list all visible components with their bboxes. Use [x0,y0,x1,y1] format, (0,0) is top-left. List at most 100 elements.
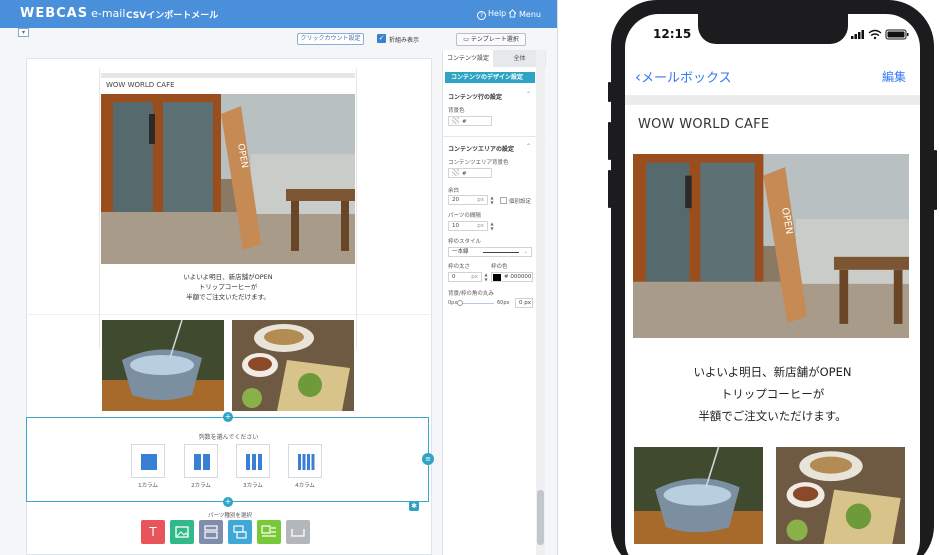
chevron-up-icon[interactable]: ⌃ [526,91,531,98]
button-part-button[interactable] [228,520,252,544]
column-option-label: 2カラム [191,483,211,489]
border-width-label: 枠の太さ [448,264,471,270]
back-to-mailbox-button[interactable]: ‹メールボックス [635,67,732,86]
bg-color-label: 背景色 [448,108,465,114]
spacer-part-button[interactable] [286,520,310,544]
black-swatch-icon [493,274,501,281]
click-count-button[interactable]: クリックカウント設定 [297,33,364,45]
header-band [101,73,355,78]
column-option-2[interactable] [184,444,218,478]
phone-screen: 12:15 ‹メールボックス 編集 WOW WORLD CAFE OPEN いよ… [625,14,920,555]
wrap-display-checkbox[interactable]: ✓ [377,34,386,43]
chevron-down-icon: ⌄ [523,249,528,255]
border-color-label: 枠の色 [491,264,508,270]
status-time: 12:15 [653,27,692,41]
text-part-button[interactable]: T [141,520,165,544]
column-picker: + 列数を選んでください 1カラム 2カラム 3カラム 4カラム ≡ + [26,412,434,507]
editor-header: WEBCAS e-mail CSVインポートメール ? Help Menu [0,0,557,28]
add-row-below-button[interactable]: + [223,497,233,507]
column-option-4[interactable] [288,444,322,478]
margin-stepper[interactable]: ▲ ▼ [489,195,495,205]
column-option-label: 3カラム [243,483,263,489]
settings-panel: コンテンツ設定 全体 コンテンツのデザイン設定 コンテンツ行の設定 ⌃ 背景色 … [442,50,546,555]
editor-toolbar: クリックカウント設定 ✓ 折組み表示 ▭ テンプレート選択 [0,28,557,50]
image-text-icon [261,525,276,537]
image-text-part-button[interactable] [257,520,281,544]
announcement-line-3: 半額でご注文いただけます。 [186,293,270,301]
email-canvas: WOW WORLD CAFE OPEN いよいよ明日、新店舗がOPEN トリップ… [26,58,434,555]
margin-label: 余白 [448,188,460,194]
battery-icon [885,29,909,40]
gap-stepper[interactable]: ▲ ▼ [489,221,495,231]
add-row-above-button[interactable]: + [223,412,233,422]
border-style-label: 枠のスタイル [448,239,482,245]
border-width-input[interactable]: 0 px [448,272,482,282]
preview-hero-image[interactable]: OPEN [633,154,909,338]
two-column-icon [194,454,210,470]
preview-line-2: トリップコーヒーが [720,387,825,401]
status-icons [851,29,909,40]
radius-slider[interactable] [458,303,494,304]
row-menu-handle[interactable]: ≡ [422,453,434,465]
margin-input[interactable]: 20 px [448,195,488,205]
menu-link[interactable]: Menu [508,9,541,19]
content-design-header: コンテンツのデザイン設定 [445,72,535,83]
transparent-swatch-icon [452,169,459,176]
chevron-up-icon[interactable]: ⌃ [526,143,531,150]
wifi-icon [868,29,882,37]
radius-slider-thumb[interactable] [457,300,463,306]
gear-icon[interactable]: ✱ [409,501,419,511]
column-option-3[interactable] [236,444,270,478]
panel-scrollbar[interactable] [536,50,545,555]
area-bg-input[interactable]: # [448,168,492,178]
layout-icon [204,525,218,539]
image-part-button[interactable] [170,520,194,544]
panel-divider [443,136,546,137]
individual-setting-label: 個別設定 [509,199,532,205]
preview-food-photo[interactable] [776,447,905,544]
coffee-drip-photo[interactable] [102,320,224,411]
webcas-logo: WEBCAS e-mail [20,6,126,21]
button-icon [233,525,247,539]
individual-setting-checkbox[interactable] [500,197,507,204]
phone-power-button [934,150,937,210]
radius-max: 60px [497,300,510,306]
preview-line-3: 半額でご注文いただけます。 [698,409,847,423]
edit-button[interactable]: 編集 [882,68,906,85]
tab-content-settings[interactable]: コンテンツ設定 [443,50,493,67]
help-link[interactable]: ? Help [477,9,506,20]
phone-notch [698,14,848,44]
cafe-food-photo[interactable] [232,320,354,411]
area-bg-label: コンテンツエリア背景色 [448,160,509,166]
announcement-text[interactable]: いよいよ明日、新店舗がOPEN トリップコーヒーが 半額でご注文いただけます。 [101,272,355,302]
bg-color-input[interactable]: # [448,116,492,126]
spacer-icon [291,529,305,537]
row-settings-heading: コンテンツ行の設定 [448,94,503,101]
image-icon [175,526,189,538]
announcement-line-1: いよいよ明日、新店舗がOPEN [183,273,273,281]
app-title: CSVインポートメール [126,11,219,21]
gap-label: パーツの間隔 [448,213,481,219]
area-settings-heading: コンテンツエリアの設定 [448,146,515,153]
preview-coffee-photo[interactable] [634,447,763,544]
help-icon: ? [477,11,486,20]
column-option-label: 1カラム [138,483,158,489]
four-column-icon [298,454,315,470]
email-editor-window: WEBCAS e-mail CSVインポートメール ? Help Menu ▾ クリ… [0,0,558,555]
home-icon [508,9,517,18]
column-picker-title: 列数を選んでください [198,434,259,441]
column-option-1[interactable] [131,444,165,478]
radius-input[interactable]: 0 px [515,298,533,308]
gap-input[interactable]: 10 px [448,221,488,231]
hero-image[interactable]: OPEN [101,94,355,264]
wrap-display-label: 折組み表示 [389,37,420,44]
border-style-select[interactable]: 一本線 ⌄ [448,247,532,257]
preview-header-band [625,95,920,105]
layout-part-button[interactable] [199,520,223,544]
one-column-icon [141,454,157,470]
border-width-stepper[interactable]: ▲ ▼ [483,272,489,282]
cafe-title[interactable]: WOW WORLD CAFE [106,81,175,89]
border-color-input[interactable]: # 000000 [491,272,533,282]
scrollbar-thumb[interactable] [537,490,544,545]
template-select-button[interactable]: ▭ テンプレート選択 [456,33,526,46]
